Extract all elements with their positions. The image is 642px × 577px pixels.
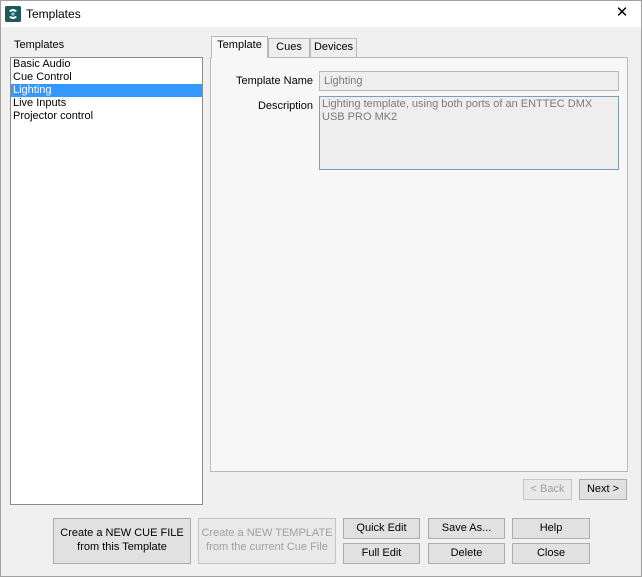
help-button[interactable]: Help [512,518,590,539]
templates-list-label: Templates [14,39,65,51]
template-list-item[interactable]: Projector control [11,110,202,123]
tab-template[interactable]: Template [211,36,268,58]
app-logo-icon [5,6,21,22]
save-as-button[interactable]: Save As... [428,518,505,539]
templates-window: Templates ✕ Templates Basic Audio Cue Con… [0,0,642,577]
tab-devices[interactable]: Devices [310,38,357,57]
create-cue-file-button[interactable]: Create a NEW CUE FILE from this Template [53,518,191,564]
template-tab-panel: Template Name Description Lighting templ… [210,57,628,472]
title-bar: Templates ✕ [1,1,641,27]
description-field[interactable]: Lighting template, using both ports of a… [319,96,619,170]
back-button[interactable]: < Back [523,479,572,500]
create-template-line1: Create a NEW TEMPLATE [201,527,333,539]
templates-list[interactable]: Basic Audio Cue Control Lighting Live Input… [10,57,203,505]
create-template-line2: from the current Cue File [206,541,328,553]
close-button[interactable]: Close [512,543,590,564]
quick-edit-button[interactable]: Quick Edit [343,518,420,539]
create-cue-file-line1: Create a NEW CUE FILE [60,527,184,539]
template-list-item[interactable]: Cue Control [11,71,202,84]
create-template-button[interactable]: Create a NEW TEMPLATE from the current C… [198,518,336,564]
description-label: Description [257,100,313,112]
tab-cues[interactable]: Cues [268,38,310,57]
template-name-label: Template Name [235,75,313,87]
create-cue-file-line2: from this Template [77,541,167,553]
next-button[interactable]: Next > [579,479,627,500]
full-edit-button[interactable]: Full Edit [343,543,420,564]
template-name-field[interactable] [319,71,619,91]
template-list-item[interactable]: Lighting [11,84,202,97]
close-window-icon[interactable]: ✕ [613,4,631,22]
delete-button[interactable]: Delete [428,543,505,564]
window-title: Templates [26,7,81,21]
template-list-item[interactable]: Basic Audio [11,58,202,71]
template-list-item[interactable]: Live Inputs [11,97,202,110]
